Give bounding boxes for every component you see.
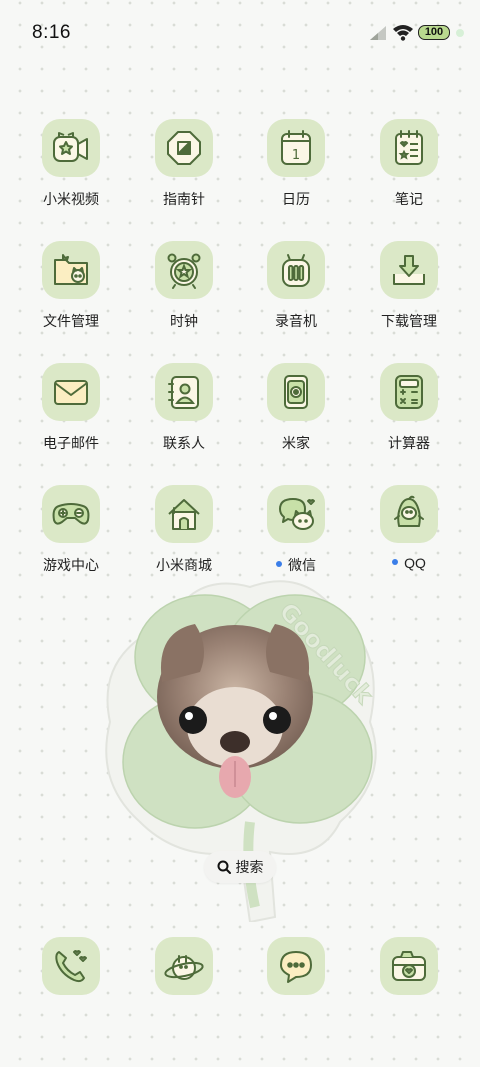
app-calendar[interactable]: 1 日历 bbox=[246, 119, 346, 209]
status-time: 8:16 bbox=[32, 22, 71, 43]
folder-icon bbox=[54, 254, 88, 285]
dock-phone[interactable] bbox=[21, 937, 121, 995]
wechat-icon bbox=[279, 498, 315, 530]
app-recorder[interactable]: 录音机 bbox=[246, 241, 346, 331]
app-label: 指南针 bbox=[163, 191, 205, 207]
contacts-icon bbox=[168, 376, 199, 409]
search-label: 搜索 bbox=[235, 859, 264, 875]
recorder-icon bbox=[282, 254, 310, 287]
app-label: 日历 bbox=[282, 191, 310, 207]
calculator-icon bbox=[395, 375, 423, 409]
video-camera-icon bbox=[53, 132, 88, 162]
compass-icon bbox=[167, 131, 201, 165]
app-label: 计算器 bbox=[388, 435, 430, 451]
app-label: 录音机 bbox=[275, 313, 317, 329]
app-download-manager[interactable]: 下载管理 bbox=[359, 241, 459, 331]
svg-text:1: 1 bbox=[292, 148, 300, 163]
privacy-dot bbox=[456, 29, 464, 37]
qq-penguin-icon bbox=[394, 495, 424, 527]
house-icon bbox=[168, 499, 200, 530]
app-compass[interactable]: 指南针 bbox=[134, 119, 234, 209]
wifi-icon bbox=[393, 25, 413, 41]
mijia-icon bbox=[284, 375, 308, 409]
dock-camera[interactable] bbox=[359, 937, 459, 995]
app-calculator[interactable]: 计算器 bbox=[359, 363, 459, 453]
app-label: 文件管理 bbox=[43, 313, 99, 329]
cellular-signal-icon bbox=[370, 26, 386, 40]
calendar-icon: 1 bbox=[281, 130, 311, 165]
status-bar: 8:16 100 bbox=[0, 0, 480, 70]
app-qq[interactable]: QQ bbox=[359, 485, 459, 571]
app-label: 联系人 bbox=[163, 435, 205, 451]
app-email[interactable]: 电子邮件 bbox=[21, 363, 121, 453]
battery-indicator: 100 bbox=[418, 25, 450, 40]
app-label: 电子邮件 bbox=[43, 435, 99, 451]
notes-icon bbox=[395, 130, 423, 165]
app-label: 笔记 bbox=[395, 191, 423, 207]
app-mijia[interactable]: 米家 bbox=[246, 363, 346, 453]
new-notification-dot bbox=[392, 559, 399, 566]
search-icon bbox=[217, 860, 231, 874]
dock-messages[interactable] bbox=[246, 937, 346, 995]
app-notes[interactable]: 笔记 bbox=[359, 119, 459, 209]
message-bubble-icon bbox=[280, 951, 312, 983]
app-file-manager[interactable]: 文件管理 bbox=[21, 241, 121, 331]
envelope-icon bbox=[54, 380, 88, 405]
app-label: 时钟 bbox=[170, 313, 198, 329]
download-icon bbox=[393, 255, 425, 285]
app-contacts[interactable]: 联系人 bbox=[134, 363, 234, 453]
app-xiaomi-video[interactable]: 小米视频 bbox=[21, 119, 121, 209]
gamepad-icon bbox=[52, 503, 90, 525]
alarm-clock-icon bbox=[167, 253, 201, 289]
app-label: 小米视频 bbox=[43, 191, 99, 207]
phone-icon bbox=[55, 950, 87, 983]
browser-planet-icon bbox=[164, 955, 204, 980]
app-label: 下载管理 bbox=[381, 313, 437, 329]
search-button[interactable]: 搜索 bbox=[204, 851, 276, 883]
app-label: 米家 bbox=[282, 435, 310, 451]
dock-browser[interactable] bbox=[134, 937, 234, 995]
camera-icon bbox=[392, 951, 426, 981]
app-clock[interactable]: 时钟 bbox=[134, 241, 234, 331]
